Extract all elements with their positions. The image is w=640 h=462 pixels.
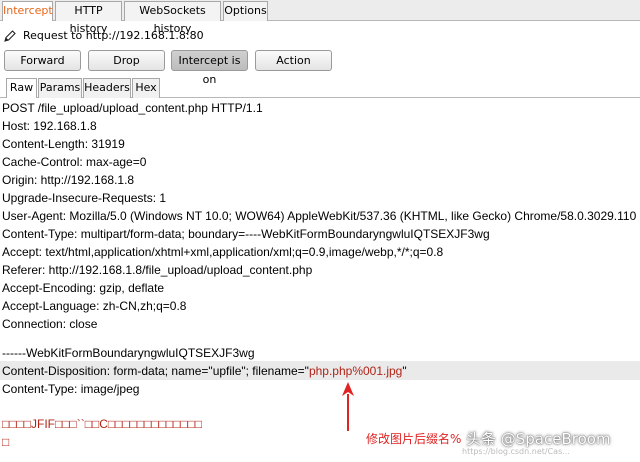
tab-websockets-history[interactable]: WebSockets history [124, 1, 221, 35]
header-connection: Connection: close [2, 317, 98, 331]
header-accept-encoding: Accept-Encoding: gzip, deflate [2, 281, 165, 295]
tab-hex[interactable]: Hex [132, 78, 160, 98]
top-tab-bar: Intercept HTTP history WebSockets histor… [0, 0, 640, 35]
header-content-type: Content-Type: multipart/form-data; bound… [2, 227, 490, 241]
annotation-arrow [342, 382, 354, 431]
tab-options[interactable]: Options [223, 1, 268, 21]
tab-headers[interactable]: Headers [83, 78, 131, 98]
header-accept: Accept: text/html,application/xhtml+xml,… [2, 245, 444, 259]
request-target-label: Request to http://192.168.1.8:80 [23, 29, 204, 42]
content-disposition-suffix: " [402, 364, 407, 378]
header-content-length: Content-Length: 31919 [2, 137, 125, 151]
content-disposition-line: Content-Disposition: form-data; name="up… [2, 362, 407, 380]
intercept-toggle-button[interactable]: Intercept is on [171, 50, 248, 86]
drop-button[interactable]: Drop [88, 50, 165, 71]
tab-http-history[interactable]: HTTP history [55, 1, 122, 35]
forward-button[interactable]: Forward [4, 50, 81, 71]
watermark-brand: 头条 @SpaceBroom [466, 430, 611, 448]
tab-raw[interactable]: Raw [6, 78, 37, 98]
binary-data-line: □ [2, 435, 10, 449]
tab-intercept[interactable]: Intercept [2, 1, 53, 21]
upload-filename: php.php%001.jpg [308, 364, 403, 378]
header-host: Host: 192.168.1.8 [2, 119, 97, 133]
multipart-boundary: ------WebKitFormBoundaryngwluIQTSEXJF3wg [2, 346, 255, 360]
raw-request-editor[interactable]: POST /file_upload/upload_content.php HTT… [0, 99, 640, 462]
content-disposition-prefix: Content-Disposition: form-data; name="up… [2, 364, 309, 378]
header-referer: Referer: http://192.168.1.8/file_upload/… [2, 263, 313, 277]
action-button[interactable]: Action [255, 50, 332, 71]
watermark-url: https://blog.csdn.net/Cas... [462, 447, 570, 456]
message-view-tabs: Raw Params Headers Hex [0, 76, 640, 98]
binary-data-line: □□□□JFIF□□□``□□C□□□□□□□□□□□□□ [2, 417, 203, 431]
header-cache-control: Cache-Control: max-age=0 [2, 155, 147, 169]
header-upgrade-insecure: Upgrade-Insecure-Requests: 1 [2, 191, 167, 205]
tab-params[interactable]: Params [38, 78, 82, 98]
pencil-icon [4, 30, 16, 42]
header-accept-language: Accept-Language: zh-CN,zh;q=0.8 [2, 299, 187, 313]
part-content-type: Content-Type: image/jpeg [2, 382, 140, 396]
header-origin: Origin: http://192.168.1.8 [2, 173, 135, 187]
request-line: POST /file_upload/upload_content.php HTT… [2, 101, 263, 115]
header-user-agent: User-Agent: Mozilla/5.0 (Windows NT 10.0… [2, 209, 637, 223]
annotation-text: 修改图片后缀名% [366, 432, 462, 446]
request-target: Request to http://192.168.1.8:80 [3, 27, 204, 45]
